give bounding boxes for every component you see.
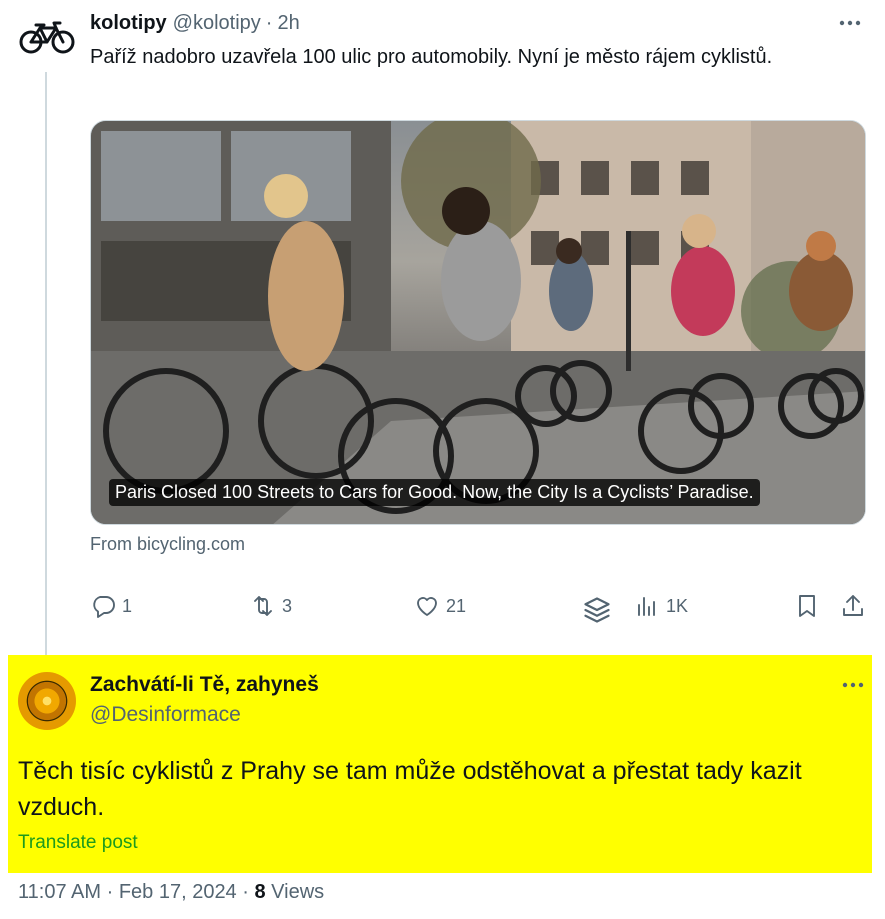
post-date[interactable]: Feb 17, 2024	[119, 881, 237, 903]
analytics-icon	[638, 597, 655, 616]
tweet-text: Paříž nadobro uzavřela 100 ulic pro auto…	[90, 46, 773, 68]
reply-icon	[93, 596, 115, 618]
timestamp[interactable]: 2h	[277, 12, 299, 35]
author-name[interactable]: kolotipy	[90, 12, 167, 35]
bookmark-icon	[799, 595, 815, 617]
share-icon	[843, 595, 863, 616]
retweet-button[interactable]: 3	[250, 590, 292, 622]
reply-button[interactable]: 1	[90, 590, 132, 622]
layers-icon	[584, 597, 610, 623]
reply-author-name[interactable]: Zachvátí-li Tě, zahyneš	[90, 673, 319, 697]
avatar[interactable]	[18, 672, 76, 730]
views-count: 1K	[666, 595, 689, 616]
card-caption: Paris Closed 100 Streets to Cars for Goo…	[109, 479, 760, 506]
card-image	[91, 121, 865, 524]
separator-dot: ·	[265, 11, 273, 34]
link-card[interactable]: Paris Closed 100 Streets to Cars for Goo…	[90, 120, 866, 525]
share-button[interactable]	[840, 590, 866, 622]
retweet-icon	[254, 596, 272, 616]
views-number: 8	[254, 881, 266, 903]
layers-button[interactable]	[582, 594, 612, 626]
card-source[interactable]: From bicycling.com	[90, 534, 245, 555]
bookmark-button[interactable]	[794, 590, 820, 622]
retweet-count: 3	[282, 595, 293, 616]
meta-separator: ·	[101, 881, 119, 903]
post-meta: 11:07 AM · Feb 17, 2024 · 8 Views	[18, 881, 324, 904]
post-time[interactable]: 11:07 AM	[18, 881, 101, 903]
reply-tweet: Zachvátí-li Tě, zahyneš @Desinformace Tě…	[8, 655, 872, 873]
author-handle[interactable]: @kolotipy	[173, 12, 261, 35]
more-icon[interactable]	[837, 14, 863, 32]
heart-icon	[417, 597, 437, 616]
reply-author-handle[interactable]: @Desinformace	[90, 703, 241, 727]
views-label: Views	[265, 881, 325, 903]
more-icon[interactable]	[840, 676, 866, 694]
like-button[interactable]: 21	[414, 590, 466, 622]
like-count: 21	[446, 595, 467, 616]
thread-line	[45, 72, 47, 660]
meta-separator: ·	[236, 881, 255, 903]
translate-post-link[interactable]: Translate post	[18, 832, 138, 854]
action-bar: 1 3 21 1K	[90, 590, 870, 623]
views-button[interactable]: 1K	[634, 590, 688, 622]
bicycle-icon[interactable]	[18, 20, 76, 56]
reply-count: 1	[122, 595, 133, 616]
tweet-header: kolotipy @kolotipy · 2h	[90, 10, 300, 36]
reply-text: Těch tisíc cyklistů z Prahy se tam může …	[18, 757, 802, 821]
